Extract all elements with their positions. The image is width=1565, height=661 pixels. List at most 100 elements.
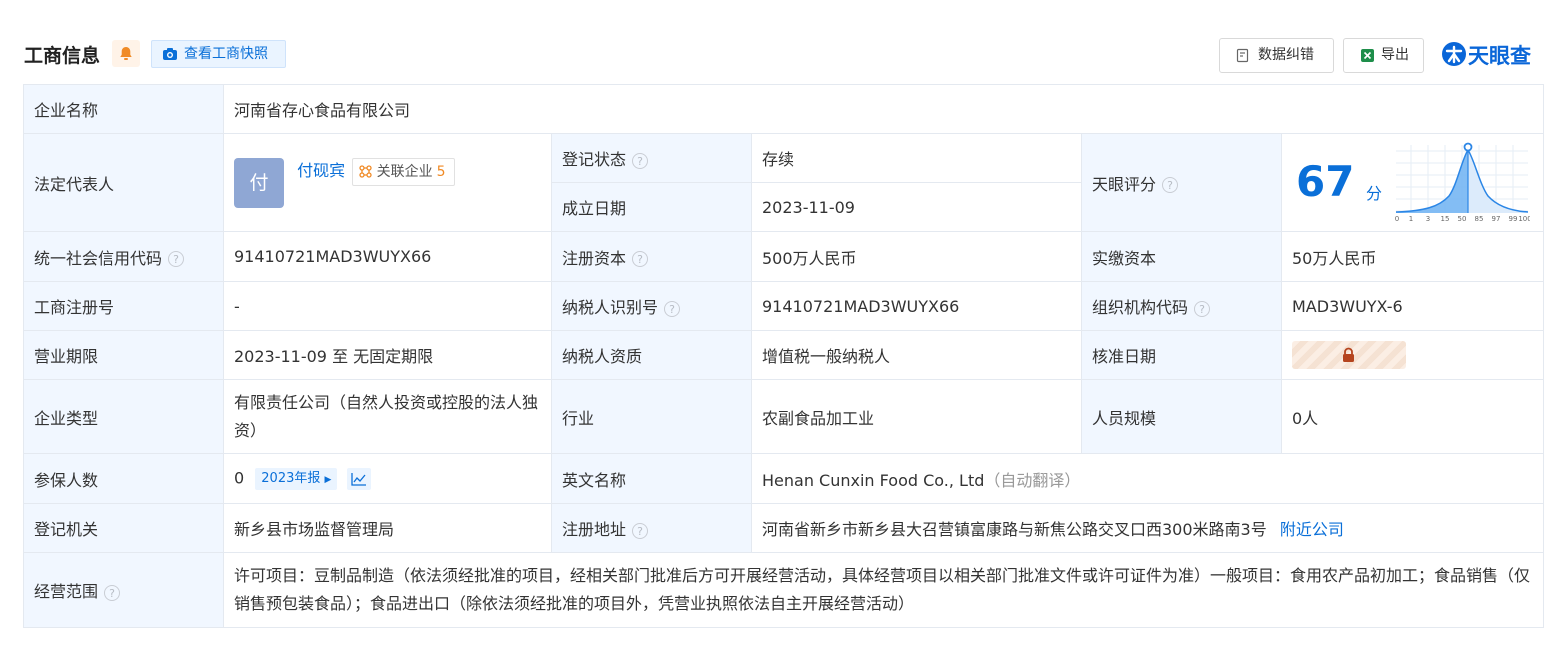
avatar[interactable]: 付 xyxy=(234,157,284,208)
reg-address-label: 注册地址 xyxy=(562,520,627,539)
type-label: 企业类型 xyxy=(23,379,224,454)
section-title: 工商信息 xyxy=(24,45,101,67)
reg-authority-value: 新乡县市场监督管理局 xyxy=(223,503,552,553)
help-icon[interactable]: ? xyxy=(664,300,681,317)
term-label: 营业期限 xyxy=(23,330,224,380)
insured-label: 参保人数 xyxy=(23,453,224,504)
nearby-companies-link[interactable]: 附近公司 xyxy=(1280,520,1344,539)
help-icon[interactable]: ? xyxy=(104,584,121,601)
legal-rep-label: 法定代表人 xyxy=(23,133,224,232)
table-row: 工商注册号 - 纳税人识别号? 91410721MAD3WUYX66 组织机构代… xyxy=(23,281,1545,331)
bell-icon[interactable] xyxy=(112,40,140,67)
approve-date-label: 核准日期 xyxy=(1081,330,1282,380)
reg-status-label: 登记状态 xyxy=(562,150,627,169)
help-icon[interactable]: ? xyxy=(168,251,185,267)
legal-rep-name-link[interactable]: 付砚宾 xyxy=(297,161,345,180)
found-date-label: 成立日期 xyxy=(551,182,752,232)
company-name: 河南省存心食品有限公司 xyxy=(222,84,1545,134)
score-unit: 分 xyxy=(1366,184,1383,203)
score-axis-tick: 1 xyxy=(1409,215,1413,223)
score-axis-tick: 15 xyxy=(1441,215,1450,223)
score-axis-tick: 3 xyxy=(1426,215,1430,223)
camera-icon xyxy=(163,48,177,60)
found-date-value: 2023-11-09 xyxy=(751,182,1082,232)
related-companies-badge[interactable]: 关联企业 5 xyxy=(352,157,455,186)
approve-date-cell xyxy=(1280,330,1545,380)
network-icon xyxy=(359,164,372,178)
auto-translate-note: （自动翻译） xyxy=(984,470,1081,490)
reg-address-cell: 河南省新乡市新乡县大召营镇富康路与新焦公路交叉口西300米路南3号 附近公司 xyxy=(750,503,1545,553)
table-row: 营业期限 2023-11-09 至 无固定期限 纳税人资质 增值税一般纳税人 核… xyxy=(23,330,1545,380)
paid-capital-value: 50万人民币 xyxy=(1280,231,1545,282)
score-axis-tick: 0 xyxy=(1395,215,1399,223)
score-axis-tick: 99 xyxy=(1509,215,1518,223)
lock-icon xyxy=(1343,347,1354,362)
company-name-label: 企业名称 xyxy=(23,84,224,134)
reg-capital-label-cell: 注册资本? xyxy=(551,231,752,282)
help-icon[interactable]: ? xyxy=(1194,300,1211,317)
credit-code-label-cell: 统一社会信用代码? xyxy=(23,231,224,282)
score-axis-tick: 97 xyxy=(1492,215,1501,223)
staff-size-value: 0人 xyxy=(1280,379,1545,454)
locked-value[interactable] xyxy=(1292,341,1406,369)
view-snapshot-label: 查看工商快照 xyxy=(184,46,268,62)
table-row: 经营范围? 许可项目：豆制品制造（依法须经批准的项目，经相关部门批准后方可开展经… xyxy=(23,552,1545,628)
excel-icon xyxy=(1361,49,1374,62)
export-label: 导出 xyxy=(1381,47,1409,63)
org-code-value: MAD3WUYX-6 xyxy=(1280,281,1545,331)
biz-reg-no-label: 工商注册号 xyxy=(23,281,224,331)
annual-report-year: 2023年报 xyxy=(261,470,321,486)
reg-status-label-cell: 登记状态? xyxy=(551,133,752,183)
insured-cell: 0 2023年报 ▶ xyxy=(223,453,552,504)
section-header: 工商信息 查看工商快照 数据纠错 导出 天眼查 xyxy=(0,0,1565,84)
term-value: 2023-11-09 至 无固定期限 xyxy=(223,330,552,380)
line-chart-icon xyxy=(350,472,366,486)
taxpayer-id-label: 纳税人识别号 xyxy=(562,298,659,317)
reg-capital-label: 注册资本 xyxy=(562,248,627,268)
data-correction-label: 数据纠错 xyxy=(1258,47,1314,63)
taxpayer-qual-label: 纳税人资质 xyxy=(551,330,752,380)
table-row: 法定代表人 付 付砚宾 关联企业 5 登记状态? 存续 天眼评分? 67 分 0… xyxy=(23,133,1545,232)
scope-label-cell: 经营范围? xyxy=(23,552,224,628)
scope-value: 许可项目：豆制品制造（依法须经批准的项目，经相关部门批准后方可开展经营活动，具体… xyxy=(222,552,1545,628)
export-button[interactable]: 导出 xyxy=(1343,38,1424,73)
trend-chart-button[interactable] xyxy=(346,467,371,490)
tianyan-score-label: 天眼评分 xyxy=(1092,174,1157,194)
type-value: 有限责任公司（自然人投资或控股的法人独资） xyxy=(223,379,552,454)
taxpayer-qual-value: 增值税一般纳税人 xyxy=(751,330,1082,380)
staff-size-label: 人员规模 xyxy=(1081,379,1282,454)
tianyan-score-cell[interactable]: 67 分 0 1 3 15 50 85 97 99 100 xyxy=(1280,133,1545,232)
credit-code-value: 91410721MAD3WUYX66 xyxy=(223,231,552,282)
credit-code-label: 统一社会信用代码 xyxy=(34,248,163,268)
reg-address-value: 河南省新乡市新乡县大召营镇富康路与新焦公路交叉口西300米路南3号 xyxy=(762,520,1267,539)
table-row: 企业名称 河南省存心食品有限公司 xyxy=(23,84,1545,134)
brand-logo: 天眼查 xyxy=(1441,39,1545,69)
annual-report-year-tag[interactable]: 2023年报 ▶ xyxy=(255,467,338,490)
table-row: 参保人数 0 2023年报 ▶ 英文名称 Henan Cunxin Food C… xyxy=(23,453,1545,504)
industry-value: 农副食品加工业 xyxy=(751,379,1082,454)
reg-status-value: 存续 xyxy=(751,133,1082,183)
legal-rep-cell: 付 付砚宾 关联企业 5 xyxy=(223,133,552,232)
tianyan-score-label-cell: 天眼评分? xyxy=(1081,133,1282,232)
brand-name: 天眼查 xyxy=(1468,44,1531,68)
score-axis-tick: 50 xyxy=(1458,215,1467,223)
help-icon[interactable]: ? xyxy=(632,251,649,267)
data-correction-button[interactable]: 数据纠错 xyxy=(1219,38,1334,73)
reg-address-label-cell: 注册地址? xyxy=(551,503,752,553)
score-axis-tick: 100 xyxy=(1518,215,1530,223)
help-icon[interactable]: ? xyxy=(632,522,649,539)
scope-label: 经营范围 xyxy=(34,582,99,601)
taxpayer-id-value: 91410721MAD3WUYX66 xyxy=(751,281,1082,331)
score-distribution-chart: 0 1 3 15 50 85 97 99 100 xyxy=(1395,142,1530,223)
english-name-value: Henan Cunxin Food Co., Ltd xyxy=(762,470,985,490)
help-icon[interactable]: ? xyxy=(632,152,649,169)
table-row: 登记机关 新乡县市场监督管理局 注册地址? 河南省新乡市新乡县大召营镇富康路与新… xyxy=(23,503,1545,553)
tianyancha-logo-icon xyxy=(1442,42,1466,66)
view-snapshot-button[interactable]: 查看工商快照 xyxy=(151,40,286,68)
score-widget[interactable]: 67 分 0 1 3 15 50 85 97 99 100 xyxy=(1282,135,1543,230)
industry-label: 行业 xyxy=(551,379,752,454)
help-icon[interactable]: ? xyxy=(1162,177,1179,193)
caret-right-icon: ▶ xyxy=(324,474,332,485)
score-value: 67 xyxy=(1296,157,1355,206)
org-code-label: 组织机构代码 xyxy=(1092,298,1189,317)
